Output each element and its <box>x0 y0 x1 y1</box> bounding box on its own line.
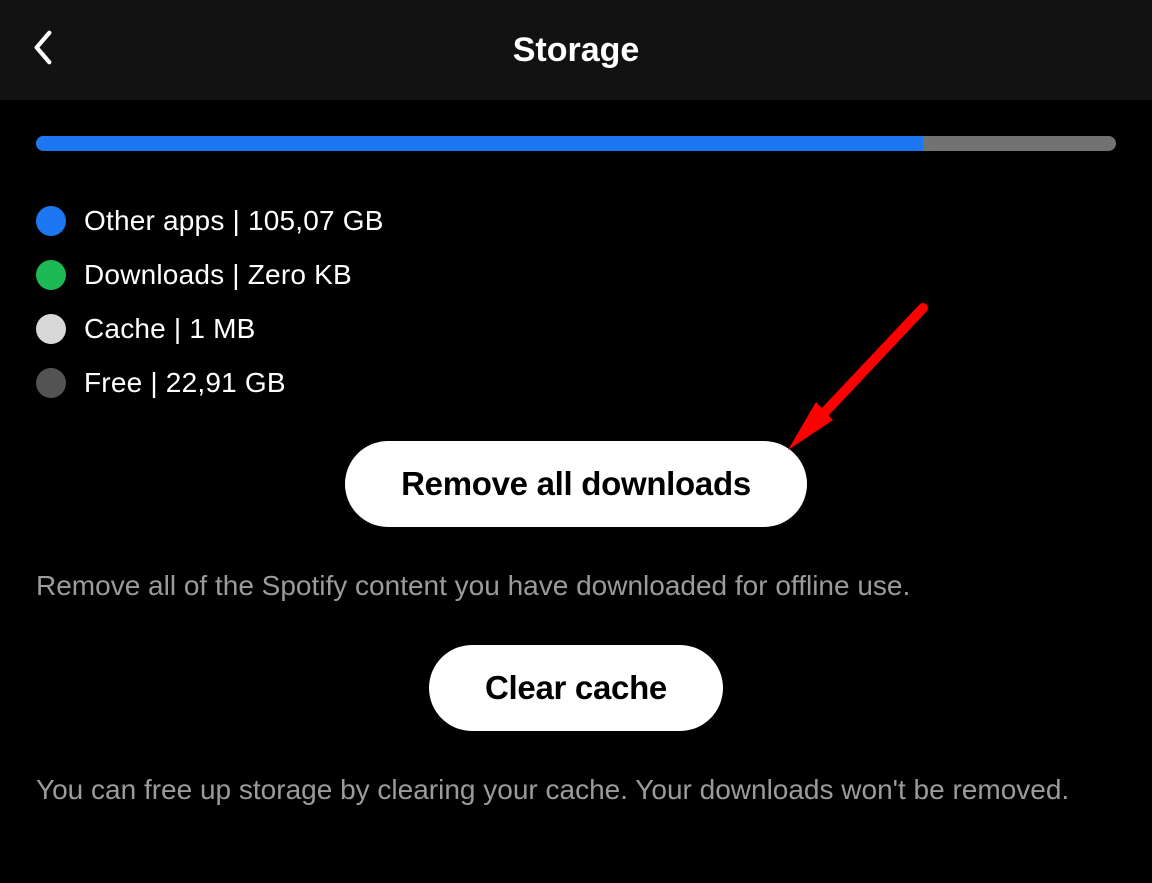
storage-legend: Other apps | 105,07 GB Downloads | Zero … <box>36 205 1116 399</box>
page-title: Storage <box>0 31 1152 70</box>
legend-dot <box>36 368 66 398</box>
legend-item-downloads: Downloads | Zero KB <box>36 259 1116 291</box>
legend-label: Free | 22,91 GB <box>84 367 286 399</box>
header: Storage <box>0 0 1152 100</box>
storage-bar-fill <box>36 136 923 151</box>
legend-dot <box>36 206 66 236</box>
content: Other apps | 105,07 GB Downloads | Zero … <box>0 100 1152 811</box>
legend-label: Other apps | 105,07 GB <box>84 205 384 237</box>
legend-dot <box>36 260 66 290</box>
clear-cache-section: Clear cache You can free up storage by c… <box>36 645 1116 811</box>
clear-cache-button[interactable]: Clear cache <box>429 645 723 731</box>
remove-downloads-section: Remove all downloads Remove all of the S… <box>36 441 1116 607</box>
storage-bar <box>36 136 1116 151</box>
legend-label: Cache | 1 MB <box>84 313 256 345</box>
legend-item-cache: Cache | 1 MB <box>36 313 1116 345</box>
remove-all-downloads-button[interactable]: Remove all downloads <box>345 441 807 527</box>
legend-item-free: Free | 22,91 GB <box>36 367 1116 399</box>
back-button[interactable] <box>30 29 56 72</box>
legend-label: Downloads | Zero KB <box>84 259 352 291</box>
legend-dot <box>36 314 66 344</box>
remove-downloads-description: Remove all of the Spotify content you ha… <box>36 565 1116 607</box>
chevron-left-icon <box>30 29 56 72</box>
clear-cache-description: You can free up storage by clearing your… <box>36 769 1116 811</box>
legend-item-other-apps: Other apps | 105,07 GB <box>36 205 1116 237</box>
